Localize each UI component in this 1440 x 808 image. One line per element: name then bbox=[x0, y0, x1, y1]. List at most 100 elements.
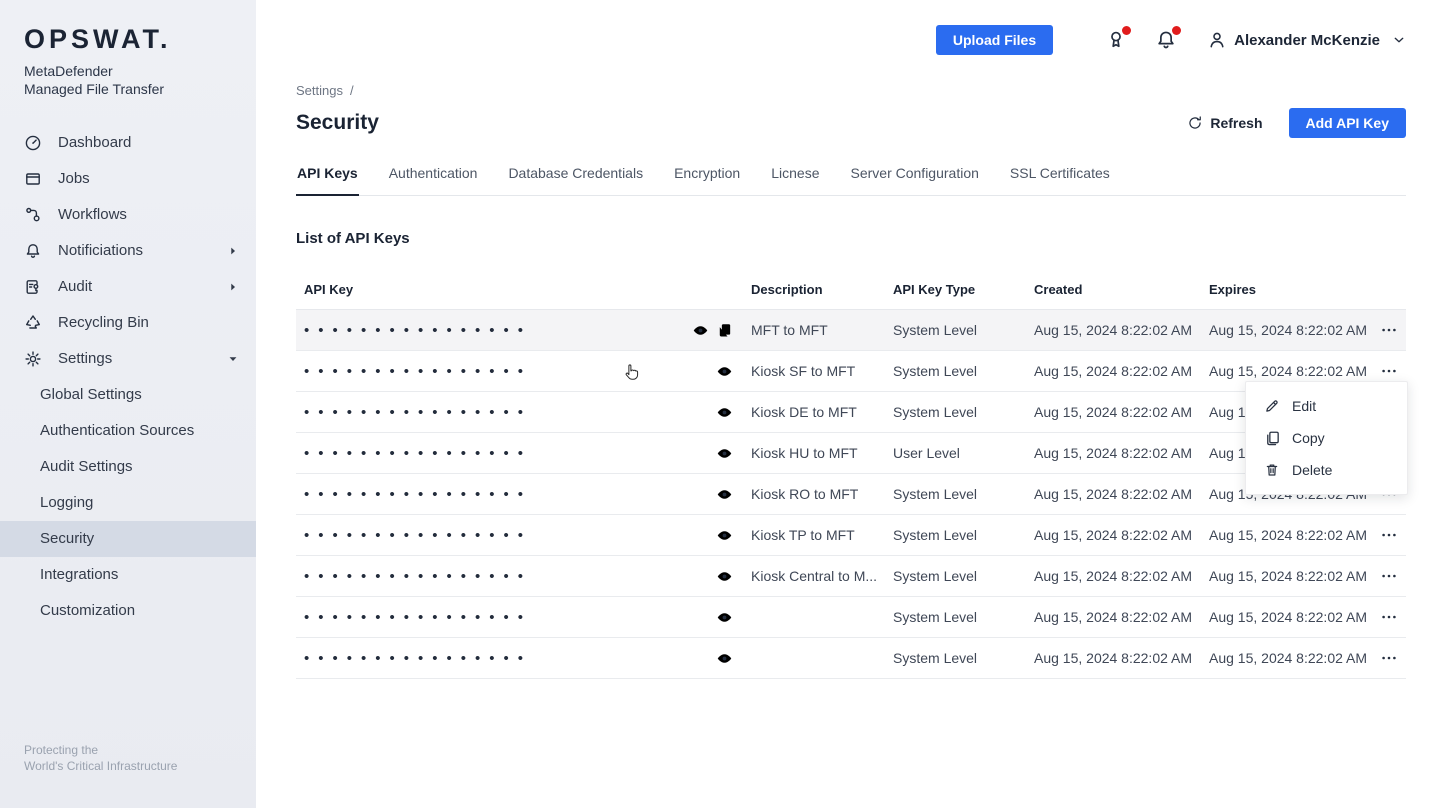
col-api-key-type: API Key Type bbox=[885, 282, 1026, 297]
table-row[interactable]: •••••••••••••••• Kiosk Central to M... S… bbox=[296, 556, 1406, 597]
row-actions-button[interactable] bbox=[1380, 321, 1398, 339]
context-menu-item-edit[interactable]: Edit bbox=[1246, 390, 1407, 422]
product-name: MetaDefender bbox=[24, 62, 256, 80]
row-created: Aug 15, 2024 8:22:02 AM bbox=[1026, 527, 1201, 543]
masked-api-key: •••••••••••••••• bbox=[304, 487, 532, 502]
jobs-icon bbox=[24, 170, 42, 188]
row-description: Kiosk RO to MFT bbox=[743, 486, 885, 502]
table-row[interactable]: •••••••••••••••• System Level Aug 15, 20… bbox=[296, 597, 1406, 638]
brand: OPSWAT. MetaDefender Managed File Transf… bbox=[0, 0, 256, 99]
table-row[interactable]: •••••••••••••••• MFT to MFT System Level… bbox=[296, 310, 1406, 351]
tab-database-credentials[interactable]: Database Credentials bbox=[507, 165, 644, 196]
reveal-key-icon[interactable] bbox=[716, 650, 733, 667]
row-actions-button[interactable] bbox=[1380, 608, 1398, 626]
bell-icon[interactable] bbox=[1155, 29, 1177, 51]
refresh-button[interactable]: Refresh bbox=[1187, 115, 1262, 131]
chevron-down-icon bbox=[1392, 33, 1406, 47]
sidebar-subitem-logging[interactable]: Logging bbox=[0, 485, 256, 521]
upload-files-button[interactable]: Upload Files bbox=[936, 25, 1053, 55]
row-created: Aug 15, 2024 8:22:02 AM bbox=[1026, 609, 1201, 625]
row-actions-button[interactable] bbox=[1380, 526, 1398, 544]
sidebar-subitem-authentication-sources[interactable]: Authentication Sources bbox=[0, 413, 256, 449]
table-row[interactable]: •••••••••••••••• Kiosk RO to MFT System … bbox=[296, 474, 1406, 515]
tab-bar: API Keys Authentication Database Credentia… bbox=[296, 165, 1406, 196]
add-api-key-button[interactable]: Add API Key bbox=[1289, 108, 1407, 138]
sidebar-subitem-global-settings[interactable]: Global Settings bbox=[0, 377, 256, 413]
row-expires: Aug 15, 2024 8:22:02 AM bbox=[1201, 568, 1375, 584]
col-api-key: API Key bbox=[296, 282, 743, 297]
row-api-key-type: System Level bbox=[885, 486, 1026, 502]
row-description: Kiosk SF to MFT bbox=[743, 363, 885, 379]
recycling-icon bbox=[24, 314, 42, 332]
tab-authentication[interactable]: Authentication bbox=[388, 165, 479, 196]
sidebar-subitem-customization[interactable]: Customization bbox=[0, 593, 256, 629]
reveal-key-icon[interactable] bbox=[716, 568, 733, 585]
table-row[interactable]: •••••••••••••••• Kiosk HU to MFT User Le… bbox=[296, 433, 1406, 474]
row-actions-button[interactable] bbox=[1380, 649, 1398, 667]
row-created: Aug 15, 2024 8:22:02 AM bbox=[1026, 404, 1201, 420]
sidebar-item-workflows[interactable]: Workflows bbox=[0, 197, 256, 233]
tab-server-configuration[interactable]: Server Configuration bbox=[850, 165, 980, 196]
copy-key-icon[interactable] bbox=[716, 322, 733, 339]
row-api-key-type: System Level bbox=[885, 404, 1026, 420]
sidebar-subitem-security[interactable]: Security bbox=[0, 521, 256, 557]
col-description: Description bbox=[743, 282, 885, 297]
row-description: Kiosk HU to MFT bbox=[743, 445, 885, 461]
tab-ssl-certificates[interactable]: SSL Certificates bbox=[1009, 165, 1111, 196]
masked-api-key: •••••••••••••••• bbox=[304, 364, 532, 379]
user-menu[interactable]: Alexander McKenzie bbox=[1207, 30, 1406, 50]
row-description: Kiosk Central to M... bbox=[743, 568, 885, 584]
delete-icon bbox=[1264, 462, 1280, 478]
sidebar-item-notificiations[interactable]: Notificiations bbox=[0, 233, 256, 269]
chevron-right-icon bbox=[226, 244, 240, 258]
row-created: Aug 15, 2024 8:22:02 AM bbox=[1026, 363, 1201, 379]
table-row[interactable]: •••••••••••••••• System Level Aug 15, 20… bbox=[296, 638, 1406, 679]
key-badge-icon[interactable] bbox=[1105, 29, 1127, 51]
masked-api-key: •••••••••••••••• bbox=[304, 446, 532, 461]
brand-tagline: Protecting the World's Critical Infrastr… bbox=[24, 743, 177, 775]
tab-api-keys[interactable]: API Keys bbox=[296, 165, 359, 196]
sidebar-subitem-integrations[interactable]: Integrations bbox=[0, 557, 256, 593]
reveal-key-icon[interactable] bbox=[716, 486, 733, 503]
breadcrumb-settings[interactable]: Settings bbox=[296, 83, 343, 98]
row-actions-button[interactable] bbox=[1380, 362, 1398, 380]
reveal-key-icon[interactable] bbox=[716, 445, 733, 462]
row-actions-button[interactable] bbox=[1380, 567, 1398, 585]
notification-dot bbox=[1122, 26, 1131, 35]
user-name: Alexander McKenzie bbox=[1234, 32, 1380, 49]
tab-encryption[interactable]: Encryption bbox=[673, 165, 741, 196]
row-context-menu: Edit Copy Delete bbox=[1245, 381, 1408, 495]
table-row[interactable]: •••••••••••••••• Kiosk SF to MFT System … bbox=[296, 351, 1406, 392]
sidebar-item-settings[interactable]: Settings bbox=[0, 341, 256, 377]
sidebar-item-recycling-bin[interactable]: Recycling Bin bbox=[0, 305, 256, 341]
reveal-key-icon[interactable] bbox=[716, 404, 733, 421]
chevron-right-icon bbox=[226, 280, 240, 294]
masked-api-key: •••••••••••••••• bbox=[304, 610, 532, 625]
row-api-key-type: System Level bbox=[885, 322, 1026, 338]
table-row[interactable]: •••••••••••••••• Kiosk TP to MFT System … bbox=[296, 515, 1406, 556]
notification-dot bbox=[1172, 26, 1181, 35]
row-description: Kiosk DE to MFT bbox=[743, 404, 885, 420]
reveal-key-icon[interactable] bbox=[716, 527, 733, 544]
copy-icon bbox=[1264, 430, 1280, 446]
sidebar-item-dashboard[interactable]: Dashboard bbox=[0, 125, 256, 161]
context-menu-item-delete[interactable]: Delete bbox=[1246, 454, 1407, 486]
table-row[interactable]: •••••••••••••••• Kiosk DE to MFT System … bbox=[296, 392, 1406, 433]
opswat-logo: OPSWAT. bbox=[24, 24, 256, 55]
row-description: Kiosk TP to MFT bbox=[743, 527, 885, 543]
sidebar-subitem-audit-settings[interactable]: Audit Settings bbox=[0, 449, 256, 485]
reveal-key-icon[interactable] bbox=[716, 363, 733, 380]
col-expires: Expires bbox=[1201, 282, 1375, 297]
audit-icon bbox=[24, 278, 42, 296]
sidebar-item-jobs[interactable]: Jobs bbox=[0, 161, 256, 197]
reveal-key-icon[interactable] bbox=[692, 322, 709, 339]
masked-api-key: •••••••••••••••• bbox=[304, 323, 532, 338]
topbar: Upload Files Alexander McKenzie bbox=[296, 0, 1406, 80]
reveal-key-icon[interactable] bbox=[716, 609, 733, 626]
masked-api-key: •••••••••••••••• bbox=[304, 405, 532, 420]
row-created: Aug 15, 2024 8:22:02 AM bbox=[1026, 650, 1201, 666]
sidebar-item-audit[interactable]: Audit bbox=[0, 269, 256, 305]
row-expires: Aug 15, 2024 8:22:02 AM bbox=[1201, 527, 1375, 543]
context-menu-item-copy[interactable]: Copy bbox=[1246, 422, 1407, 454]
tab-licnese[interactable]: Licnese bbox=[770, 165, 820, 196]
